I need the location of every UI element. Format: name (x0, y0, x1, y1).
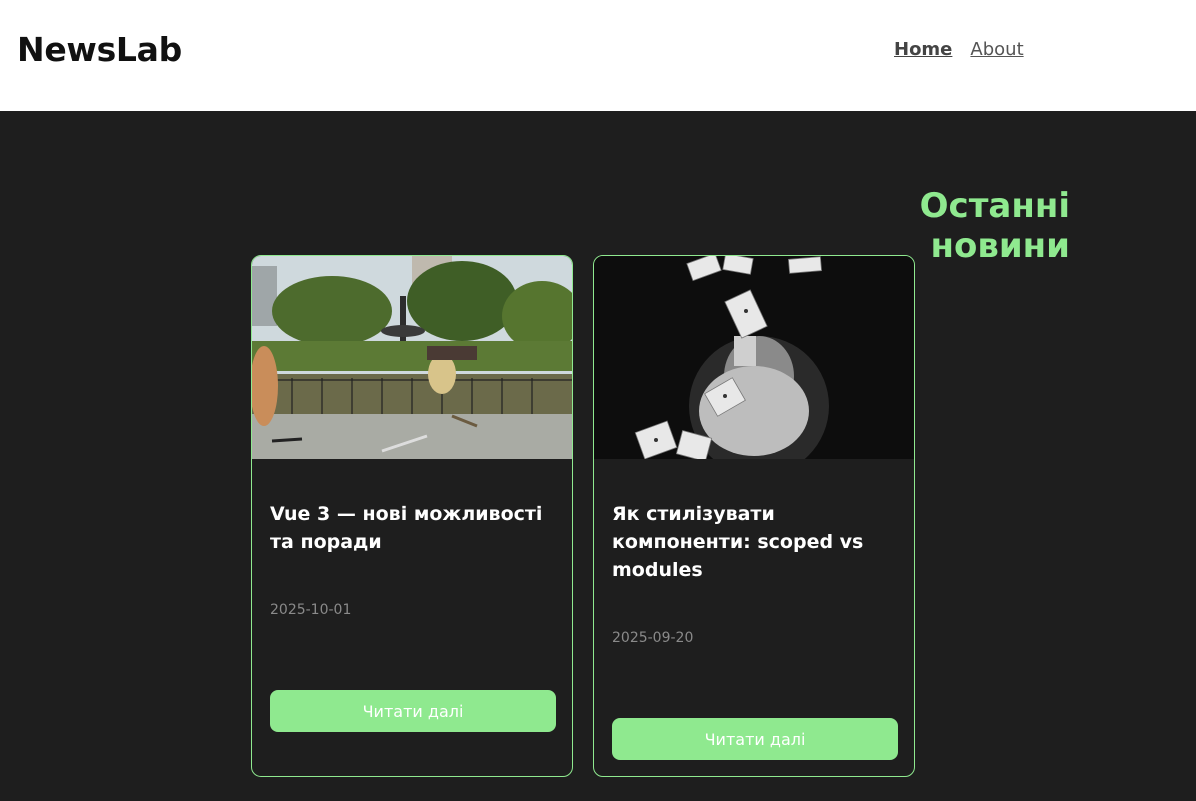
nav-link-about[interactable]: About (970, 39, 1023, 60)
section-title: Останні новини (919, 186, 1070, 266)
main-content: Останні новини Vue 3 — нові можливості т… (0, 111, 1196, 801)
news-card-title[interactable]: Як стилізувати компоненти: scoped vs mod… (612, 500, 894, 584)
site-header: NewsLab Home About (0, 0, 1196, 111)
main-nav: Home About (894, 39, 1024, 60)
read-more-button[interactable]: Читати далі (612, 718, 898, 760)
news-card-image (252, 256, 572, 459)
brand-logo[interactable]: NewsLab (17, 30, 182, 69)
news-card: Vue 3 — нові можливості та поради 2025-1… (251, 255, 573, 777)
news-card-date: 2025-10-01 (270, 602, 352, 618)
news-card-date: 2025-09-20 (612, 630, 694, 646)
nav-link-home[interactable]: Home (894, 39, 952, 60)
news-card-title[interactable]: Vue 3 — нові можливості та поради (270, 500, 552, 556)
news-card: Як стилізувати компоненти: scoped vs mod… (593, 255, 915, 777)
news-card-image (594, 256, 914, 459)
read-more-button[interactable]: Читати далі (270, 690, 556, 732)
